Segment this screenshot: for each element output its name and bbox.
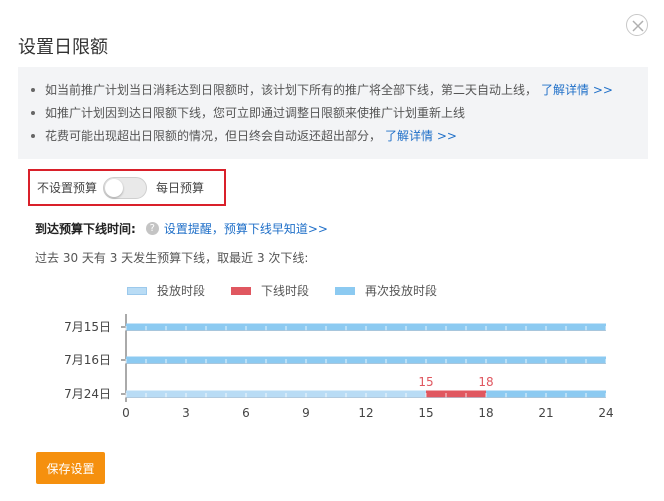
- offline-timeline-chart: 7月15日 7月16日 7月24日 15 18 0 3 6 9 12 15 18 21 24: [64, 314, 614, 420]
- notice-item: 如当前推广计划当日消耗达到日限额时，该计划下所有的推广将全部下线，第二天自动上线…: [18, 80, 648, 103]
- legend-swatch-active: [127, 286, 147, 295]
- offline-annotation: 18: [478, 375, 493, 389]
- x-tick-label: 9: [302, 406, 310, 420]
- chart-legend: 投放时段 下线时段 再次投放时段: [127, 282, 463, 299]
- budget-switch[interactable]: [103, 176, 148, 199]
- x-tick-label: 12: [358, 406, 373, 420]
- no-budget-label[interactable]: 不设置预算: [37, 179, 97, 196]
- row-label: 7月24日: [64, 387, 111, 401]
- row-label: 7月16日: [64, 353, 111, 367]
- close-button[interactable]: [626, 14, 648, 36]
- offline-summary: 过去 30 天有 3 天发生预算下线，取最近 3 次下线:: [35, 251, 309, 265]
- notice-panel: 如当前推广计划当日消耗达到日限额时，该计划下所有的推广将全部下线，第二天自动上线…: [18, 67, 648, 159]
- legend-label: 下线时段: [261, 284, 310, 298]
- legend-swatch-offline: [231, 286, 252, 295]
- bullet-icon: [31, 111, 35, 115]
- learn-more-link[interactable]: 了解详情 >>: [541, 83, 613, 97]
- x-tick-label: 0: [122, 406, 130, 420]
- x-tick-label: 6: [242, 406, 250, 420]
- x-tick-label: 21: [538, 406, 553, 420]
- legend-item-active: 投放时段: [127, 282, 205, 299]
- offline-time-row: 到达预算下线时间: ? 设置提醒，预算下线早知道>>: [35, 220, 328, 237]
- dialog-title: 设置日限额: [18, 37, 108, 58]
- bullet-icon: [31, 134, 35, 138]
- daily-budget-label[interactable]: 每日预算: [156, 179, 204, 196]
- offline-time-label: 到达预算下线时间:: [35, 222, 136, 236]
- notice-text: 如推广计划因到达日限额下线，您可立即通过调整日限额来使推广计划重新上线: [45, 106, 466, 120]
- set-reminder-link[interactable]: 设置提醒，预算下线早知道>>: [164, 220, 328, 237]
- notice-text: 如当前推广计划当日消耗达到日限额时，该计划下所有的推广将全部下线，第二天自动上线…: [45, 83, 538, 97]
- notice-item: 如推广计划因到达日限额下线，您可立即通过调整日限额来使推广计划重新上线: [18, 103, 648, 126]
- legend-swatch-again: [335, 286, 356, 295]
- timeline-segment-active: [126, 390, 426, 398]
- legend-label: 再次投放时段: [365, 284, 438, 298]
- legend-item-offline: 下线时段: [231, 282, 309, 299]
- legend-item-again: 再次投放时段: [335, 282, 437, 299]
- notice-item: 花费可能出现超出日限额的情况，但日终会自动返还超出部分， 了解详情 >>: [18, 126, 648, 149]
- timeline-segment-offline: [426, 390, 486, 398]
- legend-label: 投放时段: [157, 284, 206, 298]
- x-tick-label: 24: [598, 406, 613, 420]
- learn-more-link[interactable]: 了解详情 >>: [385, 129, 457, 143]
- save-settings-button[interactable]: 保存设置: [36, 452, 105, 484]
- bullet-icon: [31, 88, 35, 92]
- offline-annotation: 15: [418, 375, 433, 389]
- x-tick-label: 15: [418, 406, 433, 420]
- question-circle-icon[interactable]: ?: [145, 222, 159, 235]
- budget-toggle-group: 不设置预算 每日预算: [28, 169, 226, 206]
- notice-text: 花费可能出现超出日限额的情况，但日终会自动返还超出部分，: [45, 129, 382, 143]
- x-tick-label: 18: [478, 406, 493, 420]
- x-tick-label: 3: [182, 406, 190, 420]
- row-label: 7月15日: [64, 320, 111, 334]
- switch-knob: [105, 178, 124, 197]
- close-icon: [632, 20, 644, 32]
